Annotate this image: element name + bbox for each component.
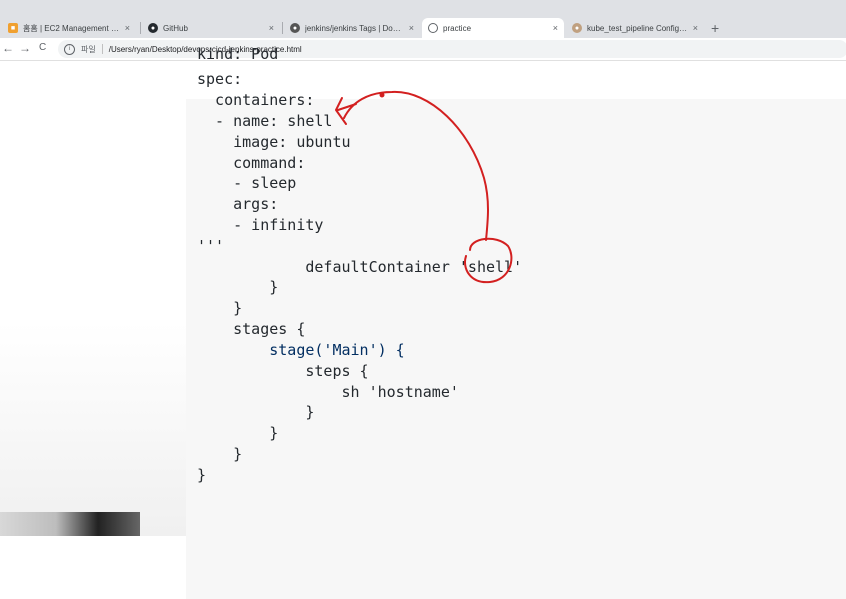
code-line: command: [197, 154, 306, 172]
code-line: sh 'hostname' [197, 383, 459, 401]
code-line: defaultContainer 'shell' [197, 258, 523, 276]
tab-label: kube_test_pipeline Config [Jenkins] [587, 23, 688, 33]
github-icon: ● [148, 23, 158, 33]
tab-label: jenkins/jenkins Tags | Docker Hub [305, 23, 404, 33]
tab-label: GitHub [163, 23, 188, 33]
code-line: containers: [197, 91, 315, 109]
scheme-label: 파일 [81, 44, 96, 54]
forward-icon[interactable]: → [19, 41, 31, 55]
address-divider [101, 44, 103, 54]
reload-icon[interactable]: C [39, 42, 46, 53]
tab-label: practice [443, 23, 472, 33]
tab-divider [282, 22, 283, 34]
code-line: ''' [197, 237, 225, 255]
code-line: } [197, 466, 207, 484]
tab-github[interactable]: ● GitHub × [142, 18, 280, 38]
tab-divider [140, 22, 141, 34]
code-line: } [197, 299, 243, 317]
code-line: kind: Pod [197, 45, 279, 63]
tab-bar: ■ 홈홈 | EC2 Management Consol × ● GitHub … [0, 0, 846, 38]
webcam-overlay [0, 512, 140, 536]
tab-docker[interactable]: ● jenkins/jenkins Tags | Docker Hub × [284, 18, 420, 38]
close-icon[interactable]: × [269, 23, 274, 33]
tab-practice[interactable]: practice × [422, 18, 564, 38]
code-line: image: ubuntu [197, 133, 351, 151]
tab-ec2[interactable]: ■ 홈홈 | EC2 Management Consol × [2, 18, 136, 38]
browser-toolbar: ← → C i 파일 /Users/ryan/Desktop/devops-ci… [0, 38, 846, 61]
new-tab-button[interactable]: + [711, 20, 719, 36]
close-icon[interactable]: × [125, 23, 130, 33]
address-bar[interactable]: i 파일 /Users/ryan/Desktop/devops-cicd-jen… [58, 40, 846, 58]
jenkins-icon: ● [572, 23, 582, 33]
aws-icon: ■ [8, 23, 18, 33]
code-line: } [197, 278, 279, 296]
code-line: stage('Main') { [197, 341, 405, 359]
tab-label: 홈홈 | EC2 Management Consol [23, 23, 120, 33]
code-line: spec: [197, 70, 243, 88]
tab-jenkins[interactable]: ● kube_test_pipeline Config [Jenkins] × [566, 18, 704, 38]
code-line: } [197, 445, 243, 463]
code-line: } [197, 403, 315, 421]
code-line: - sleep [197, 174, 297, 192]
close-icon[interactable]: × [553, 23, 558, 33]
close-icon[interactable]: × [693, 23, 698, 33]
code-line: } [197, 424, 279, 442]
page-viewport: kind: Pod spec: containers: - name: shel… [0, 45, 846, 599]
back-icon[interactable]: ← [2, 41, 14, 55]
code-line: stages { [197, 320, 306, 338]
code-line: steps { [197, 362, 369, 380]
info-icon[interactable]: i [64, 43, 75, 55]
close-icon[interactable]: × [409, 23, 414, 33]
code-line: - name: shell [197, 112, 333, 130]
globe-icon [428, 23, 438, 33]
code-line: - infinity [197, 216, 324, 234]
docker-icon: ● [290, 23, 300, 33]
code-line: args: [197, 195, 279, 213]
